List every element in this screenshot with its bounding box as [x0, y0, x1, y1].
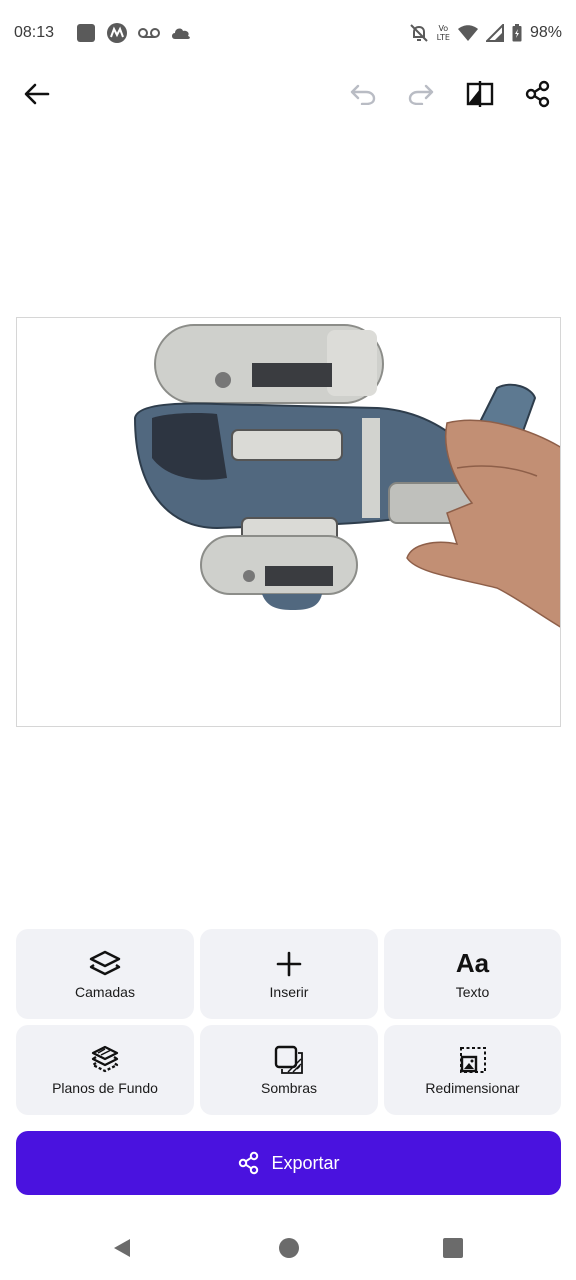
undo-button[interactable] — [345, 76, 381, 112]
text-icon-glyph: Aa — [455, 948, 490, 978]
top-toolbar — [0, 66, 576, 122]
battery-percent: 98% — [529, 24, 562, 41]
tool-label: Redimensionar — [425, 1079, 520, 1096]
resize-icon — [459, 1045, 487, 1075]
nav-recents-button[interactable] — [441, 1236, 465, 1260]
compare-icon — [466, 81, 494, 107]
text-icon: Aa — [455, 948, 490, 979]
status-right: Vo LTE 98% — [409, 23, 562, 43]
editor-canvas[interactable] — [16, 317, 561, 727]
shadow-icon — [274, 1045, 304, 1075]
lte-indicator: Vo LTE — [437, 24, 450, 42]
nav-home-button[interactable] — [277, 1236, 301, 1260]
layers-icon — [89, 949, 121, 979]
square-recents-icon — [443, 1238, 463, 1258]
tool-backgrounds-button[interactable]: Planos de Fundo — [16, 1025, 194, 1115]
export-button[interactable]: Exportar — [16, 1131, 561, 1195]
circle-home-icon — [279, 1238, 299, 1258]
compare-button[interactable] — [462, 76, 498, 112]
triangle-back-icon — [114, 1239, 130, 1257]
voicemail-icon — [138, 26, 161, 40]
signal-icon — [485, 24, 504, 42]
tool-label: Sombras — [260, 1079, 318, 1096]
tool-label: Camadas — [75, 983, 135, 1000]
lte-bottom: LTE — [436, 33, 450, 42]
back-arrow-icon — [24, 83, 50, 105]
plus-icon — [276, 949, 302, 979]
redo-icon — [408, 84, 434, 105]
export-label: Exportar — [271, 1152, 340, 1173]
app-notification-icon — [76, 23, 96, 43]
tool-label: Texto — [455, 983, 490, 1000]
redo-button[interactable] — [403, 76, 439, 112]
tool-grid: Camadas Inserir Aa Texto Planos de Fundo… — [16, 929, 561, 1115]
system-nav-bar — [0, 1216, 576, 1280]
share-icon — [239, 1151, 259, 1175]
tool-insert-button[interactable]: Inserir — [200, 929, 378, 1019]
tool-layers-button[interactable]: Camadas — [16, 929, 194, 1019]
tool-shadows-button[interactable]: Sombras — [200, 1025, 378, 1115]
tool-resize-button[interactable]: Redimensionar — [384, 1025, 561, 1115]
cloud-icon — [170, 25, 192, 41]
status-bar: 08:13 Vo LTE 98% — [0, 0, 576, 66]
status-time: 08:13 — [14, 24, 55, 41]
lte-top: Vo — [438, 24, 449, 33]
product-photo — [133, 324, 560, 628]
battery-icon — [512, 24, 522, 42]
bell-off-icon — [409, 23, 429, 43]
tool-label: Planos de Fundo — [52, 1079, 158, 1096]
undo-icon — [350, 84, 376, 105]
motorola-icon — [106, 22, 128, 44]
tool-text-button[interactable]: Aa Texto — [384, 929, 561, 1019]
tool-label: Inserir — [269, 983, 309, 1000]
share-button[interactable] — [520, 76, 556, 112]
back-button[interactable] — [19, 76, 55, 112]
share-icon — [525, 80, 550, 108]
wifi-icon — [457, 25, 478, 41]
status-left: 08:13 — [14, 22, 192, 44]
nav-back-button[interactable] — [110, 1236, 134, 1260]
background-icon — [90, 1045, 120, 1075]
